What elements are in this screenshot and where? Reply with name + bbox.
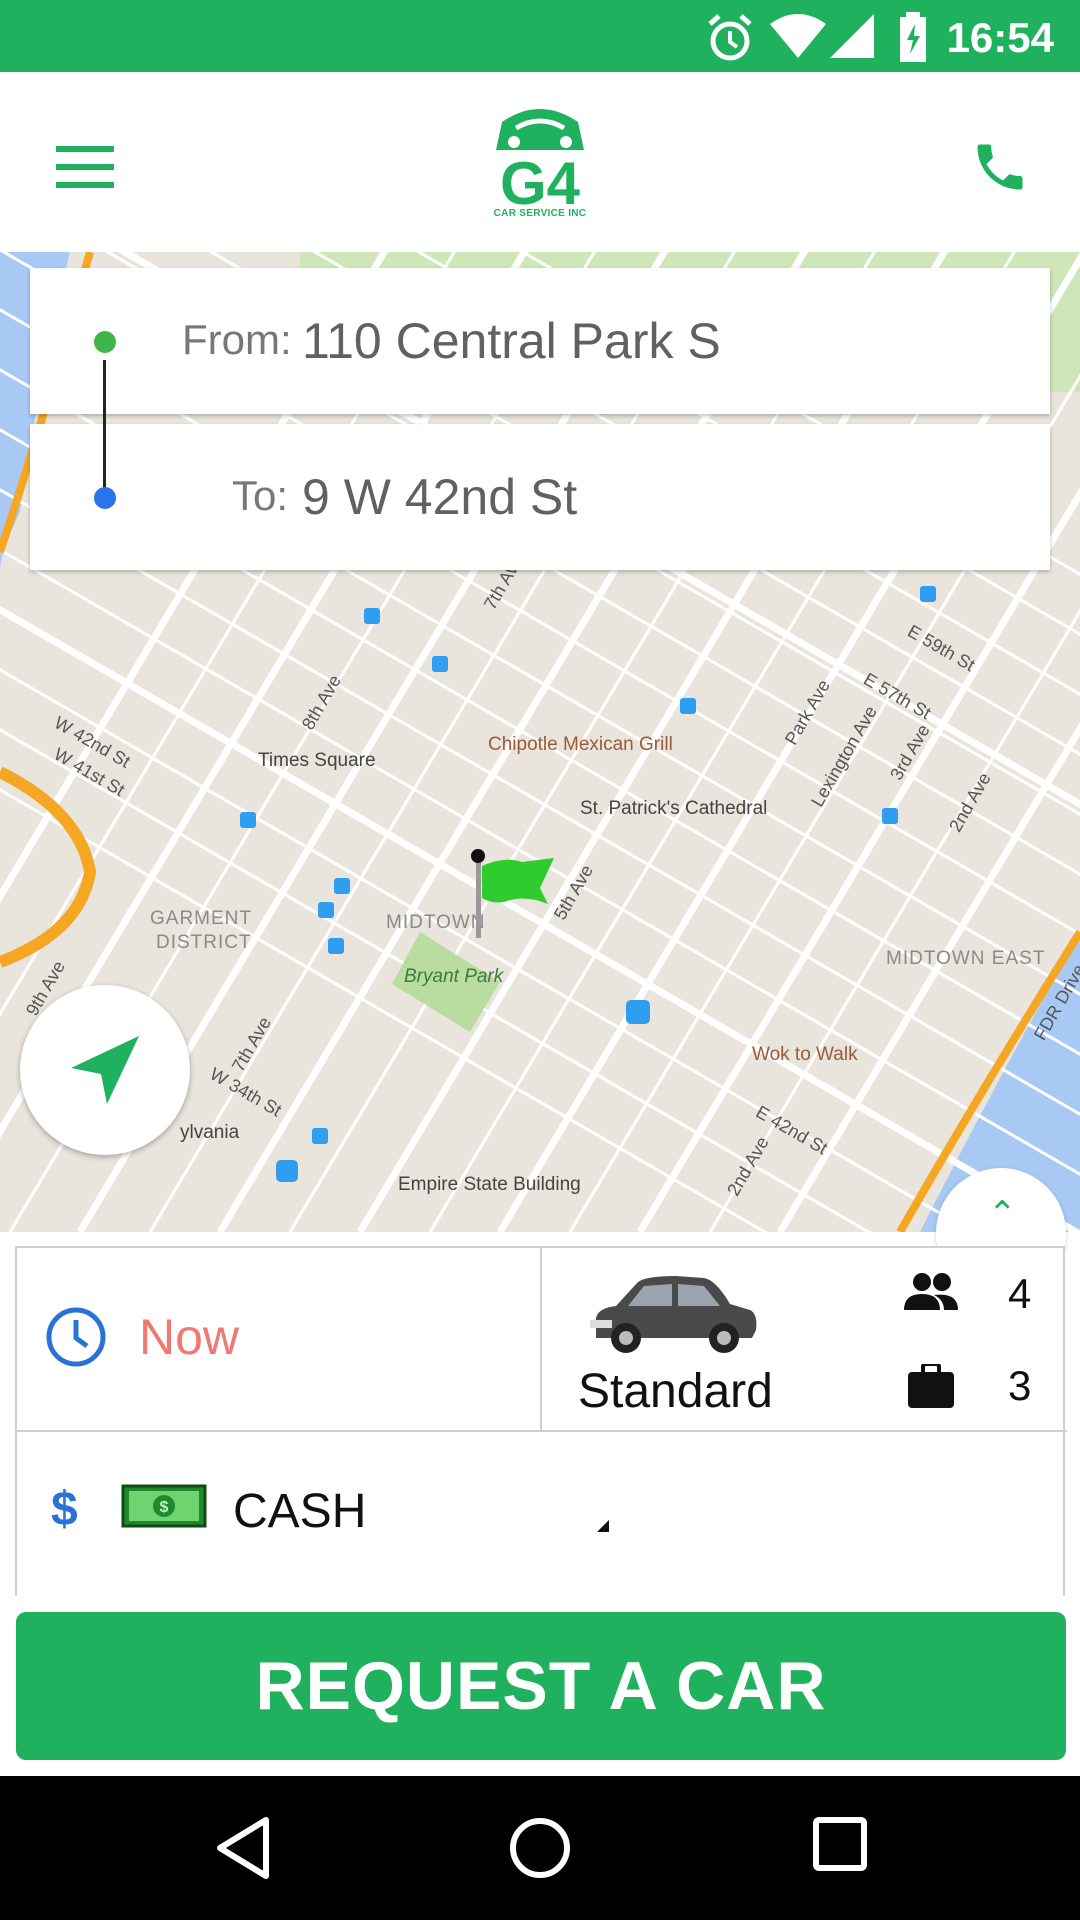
navigation-arrow-icon	[71, 1036, 139, 1104]
map-label-garment: GARMENT	[150, 908, 252, 929]
subway-marker-icon	[882, 808, 898, 824]
logo-tagline: CAR SERVICE INC	[493, 208, 587, 219]
subway-marker-icon	[432, 656, 448, 672]
status-bar: 16:54	[0, 0, 1080, 72]
dropoff-address-card[interactable]: To: 9 W 42nd St	[30, 424, 1050, 570]
dollar-icon: $	[51, 1483, 78, 1536]
sedan-car-icon	[590, 1276, 757, 1353]
map-label-district: DISTRICT	[156, 932, 252, 953]
menu-button[interactable]	[40, 122, 130, 212]
home-icon[interactable]	[508, 1816, 572, 1880]
pickup-dot-icon	[94, 331, 116, 353]
call-button[interactable]	[950, 117, 1050, 217]
phone-icon	[977, 144, 1023, 190]
pickup-time-selector[interactable]: Now	[17, 1248, 540, 1430]
subway-marker-icon	[364, 608, 380, 624]
subway-marker-icon	[312, 1128, 328, 1144]
pickup-address-card[interactable]: From: 110 Central Park S	[30, 268, 1050, 414]
request-car-button[interactable]: REQUEST A CAR	[16, 1612, 1066, 1760]
subway-marker-icon	[240, 812, 256, 828]
map-label-midtown-east: MIDTOWN EAST	[886, 948, 1046, 969]
signal-icon	[830, 14, 874, 58]
luggage-count: 3	[1008, 1362, 1032, 1409]
luggage-icon	[908, 1364, 954, 1408]
g4-logo: G4	[496, 109, 584, 217]
map-label-wok-to-walk: Wok to Walk	[752, 1044, 858, 1065]
map-label-bryant-park: Bryant Park	[404, 966, 504, 987]
system-nav-bar	[0, 1776, 1080, 1920]
map-label-st-patricks: St. Patrick's Cathedral	[580, 798, 768, 819]
app-bar: G4 CAR SERVICE INC	[0, 72, 1080, 252]
battery-charging-icon	[900, 12, 926, 62]
car-type-selector[interactable]: Standard 4 3	[542, 1248, 1067, 1430]
pickup-time-value: Now	[139, 1309, 240, 1365]
passengers-icon	[904, 1273, 958, 1310]
bus-marker-icon	[276, 1160, 298, 1182]
dropdown-caret-icon	[597, 1520, 609, 1532]
clock-icon	[46, 1307, 106, 1367]
payment-method-selector[interactable]: $ $ CASH	[17, 1432, 1067, 1598]
menu-icon	[56, 146, 114, 188]
destination-flag-icon	[471, 849, 554, 938]
map-label-chipotle: Chipotle Mexican Grill	[488, 734, 673, 755]
route-connector	[103, 360, 106, 498]
bus-marker-icon	[626, 1000, 650, 1024]
map-label-times-square: Times Square	[258, 750, 376, 771]
payment-method-label: CASH	[233, 1485, 367, 1538]
subway-marker-icon	[334, 878, 350, 894]
pickup-address: 110 Central Park S	[302, 313, 721, 369]
car-type-label: Standard	[578, 1365, 773, 1418]
passenger-count: 4	[1008, 1270, 1032, 1317]
order-panel: Now Standard 4 3 $ $ CASH	[15, 1246, 1067, 1598]
subway-marker-icon	[328, 938, 344, 954]
wifi-icon	[770, 14, 826, 58]
dropoff-address: 9 W 42nd St	[302, 469, 578, 525]
svg-text:$: $	[160, 1499, 169, 1516]
alarm-icon	[708, 14, 752, 61]
map-label-pennsylvania: ylvania	[180, 1122, 240, 1143]
subway-marker-icon	[318, 902, 334, 918]
recents-icon[interactable]	[812, 1816, 868, 1872]
dropoff-label: To:	[232, 472, 289, 519]
logo-mark: G4	[500, 150, 581, 217]
map-label-empire-state: Empire State Building	[398, 1174, 581, 1195]
dropoff-dot-icon	[94, 487, 116, 509]
pickup-label: From:	[182, 316, 292, 363]
my-location-button[interactable]	[20, 985, 190, 1155]
subway-marker-icon	[920, 586, 936, 602]
cash-bill-icon: $	[121, 1484, 207, 1528]
subway-marker-icon	[680, 698, 696, 714]
clock-time: 16:54	[946, 14, 1054, 61]
chevron-up-icon: ⌃	[988, 1195, 1017, 1233]
back-icon[interactable]	[214, 1816, 274, 1880]
